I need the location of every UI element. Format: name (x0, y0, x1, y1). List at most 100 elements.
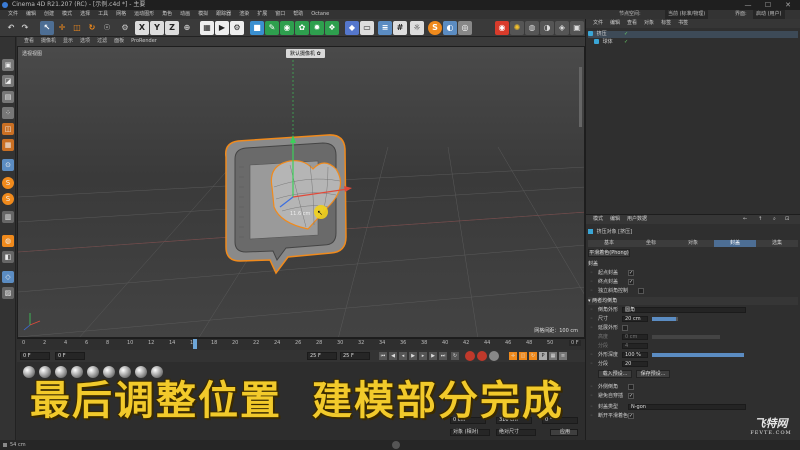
redo-icon[interactable]: ↷ (18, 21, 32, 35)
lock-icon[interactable]: ⚙ (118, 21, 132, 35)
start-cap-checkbox[interactable]: ✓ (628, 270, 634, 276)
coord-system-icon[interactable]: ⊕ (180, 21, 194, 35)
menu-file[interactable]: 文件 (8, 10, 18, 19)
object-row-extrude[interactable]: 挤压 ✓ (588, 31, 798, 38)
save-preset-button[interactable]: 保存预设... (636, 370, 670, 378)
vp-menu-options[interactable]: 选项 (80, 37, 90, 46)
om-menu-view[interactable]: 查看 (627, 19, 637, 28)
octane-camera-icon[interactable]: ▣ (570, 21, 584, 35)
camera-label[interactable]: 默认摄像机 ✿ (286, 49, 325, 58)
anim-dot-icon[interactable]: ◦ (590, 403, 593, 411)
z-axis-icon[interactable]: Z (165, 21, 179, 35)
move-tool-icon[interactable]: ✛ (55, 21, 69, 35)
am-menu-edit[interactable]: 编辑 (610, 215, 620, 224)
outer-depth-slider[interactable] (652, 353, 744, 357)
camera-icon[interactable]: ◐ (443, 21, 457, 35)
menu-octane[interactable]: Octane (311, 10, 329, 19)
separate-bevel-checkbox[interactable] (638, 288, 644, 294)
height-slider[interactable] (652, 335, 720, 339)
menu-help[interactable]: 帮助 (293, 10, 303, 19)
soft-selection-icon[interactable]: ◍ (2, 235, 14, 247)
layers-icon[interactable]: ◇ (2, 271, 14, 283)
anim-dot-icon[interactable]: ◦ (590, 269, 593, 277)
end-cap-checkbox[interactable]: ✓ (628, 279, 634, 285)
tab-phong[interactable]: 平滑着色(Phong) (588, 249, 630, 257)
viewport-solo-icon[interactable]: ▨ (2, 287, 14, 299)
back-arrow-icon[interactable]: ← (743, 215, 747, 224)
axis-mode-icon[interactable]: ⊙ (2, 159, 14, 171)
om-menu-tags[interactable]: 标签 (661, 19, 671, 28)
vp-menu-prorender[interactable]: ProRender (131, 37, 157, 46)
menu-extensions[interactable]: 扩展 (257, 10, 267, 19)
anim-dot-icon[interactable]: ◦ (590, 392, 593, 400)
undo-icon[interactable]: ↶ (4, 21, 18, 35)
menu-render[interactable]: 渲染 (239, 10, 249, 19)
size-mode-select[interactable]: 绝对尺寸 (496, 429, 536, 436)
texture-mode-icon[interactable]: ▤ (2, 91, 14, 103)
load-preset-button[interactable]: 载入预设... (598, 370, 632, 378)
anim-dot-icon[interactable]: ◦ (590, 324, 593, 332)
outer-bevel-checkbox[interactable] (628, 384, 634, 390)
menu-tools[interactable]: 工具 (98, 10, 108, 19)
object-row-sphere[interactable]: 球体 ✓ (588, 39, 798, 46)
anim-dot-icon[interactable]: ◦ (590, 351, 593, 359)
up-arrow-icon[interactable]: ↑ (758, 215, 762, 224)
grid-icon[interactable]: # (393, 21, 407, 35)
array-icon[interactable]: ✿ (295, 21, 309, 35)
octane-sun-icon[interactable]: ✺ (510, 21, 524, 35)
segments-field[interactable]: 4 (622, 343, 648, 349)
script-icon[interactable]: S (428, 21, 442, 35)
timeline-ruler[interactable]: 0 2 4 6 8 10 12 14 16 18 20 22 24 26 28 … (17, 338, 585, 350)
om-menu-file[interactable]: 文件 (593, 19, 603, 28)
octane-material-icon[interactable]: ◈ (555, 21, 569, 35)
anim-dot-icon[interactable]: ◦ (590, 315, 593, 323)
mograph-icon[interactable]: ❖ (325, 21, 339, 35)
scale-tool-icon[interactable]: ◫ (70, 21, 84, 35)
menu-simulate[interactable]: 模拟 (198, 10, 208, 19)
menu-select[interactable]: 选择 (80, 10, 90, 19)
menu-mode[interactable]: 模式 (62, 10, 72, 19)
apply-button[interactable]: 应用 (550, 429, 578, 436)
om-menu-objects[interactable]: 对象 (644, 19, 654, 28)
attr-section-bevel[interactable]: ▾ 两者均倒角 (588, 297, 798, 305)
perspective-viewport[interactable]: ↖ 透视视图 默认摄像机 ✿ 11.6 cm 网格间距：100 cm (17, 46, 585, 338)
anim-dot-icon[interactable]: ◦ (590, 278, 593, 286)
menu-window[interactable]: 窗口 (275, 10, 285, 19)
bevel-shape-select[interactable]: 圆角 (622, 307, 746, 313)
edges-mode-icon[interactable]: ◫ (2, 123, 14, 135)
deformer-icon[interactable]: ◆ (345, 21, 359, 35)
tab-caps[interactable]: 封盖 (714, 240, 756, 247)
model-mode-icon[interactable]: ◪ (2, 75, 14, 87)
outer-depth-field[interactable]: 100 % (622, 352, 648, 358)
pen-icon[interactable]: ✎ (265, 21, 279, 35)
anim-dot-icon[interactable]: ◦ (590, 412, 593, 420)
recent-tool-icon[interactable]: ☉ (100, 21, 114, 35)
cube-icon[interactable]: ■ (250, 21, 264, 35)
render-settings-icon[interactable]: ⚙ (230, 21, 244, 35)
octane-light-icon[interactable]: ◍ (525, 21, 539, 35)
tab-basic[interactable]: 基本 (588, 240, 630, 247)
menu-animate[interactable]: 动画 (180, 10, 190, 19)
workplane-icon[interactable]: ▥ (2, 211, 14, 223)
polygons-mode-icon[interactable]: ▦ (2, 139, 14, 151)
cap-type-select[interactable]: N-gon (628, 404, 746, 410)
tab-object[interactable]: 对象 (672, 240, 714, 247)
light-icon[interactable]: ☼ (410, 21, 424, 35)
size-field[interactable]: 20 cm (622, 316, 648, 322)
break-phong-checkbox[interactable]: ✓ (628, 413, 634, 419)
avoid-self-intersect-checkbox[interactable]: ✓ (628, 393, 634, 399)
am-menu-mode[interactable]: 模式 (593, 215, 603, 224)
om-menu-edit[interactable]: 编辑 (610, 19, 620, 28)
anim-dot-icon[interactable]: ◦ (590, 306, 593, 314)
coord-mode-select[interactable]: 对象 (相对) (450, 429, 490, 436)
vp-menu-display[interactable]: 显示 (63, 37, 73, 46)
tab-coord[interactable]: 坐标 (630, 240, 672, 247)
floor-icon[interactable]: ▭ (360, 21, 374, 35)
render-view-icon[interactable]: ▦ (200, 21, 214, 35)
tag-icon[interactable]: ◎ (458, 21, 472, 35)
maximize-button[interactable]: ☐ (758, 0, 778, 10)
select-tool-icon[interactable]: ↖ (40, 21, 54, 35)
visibility-check-icon[interactable]: ✓ (624, 39, 628, 46)
am-menu-userdata[interactable]: 用户数据 (627, 215, 647, 224)
field-icon[interactable]: ≡ (378, 21, 392, 35)
